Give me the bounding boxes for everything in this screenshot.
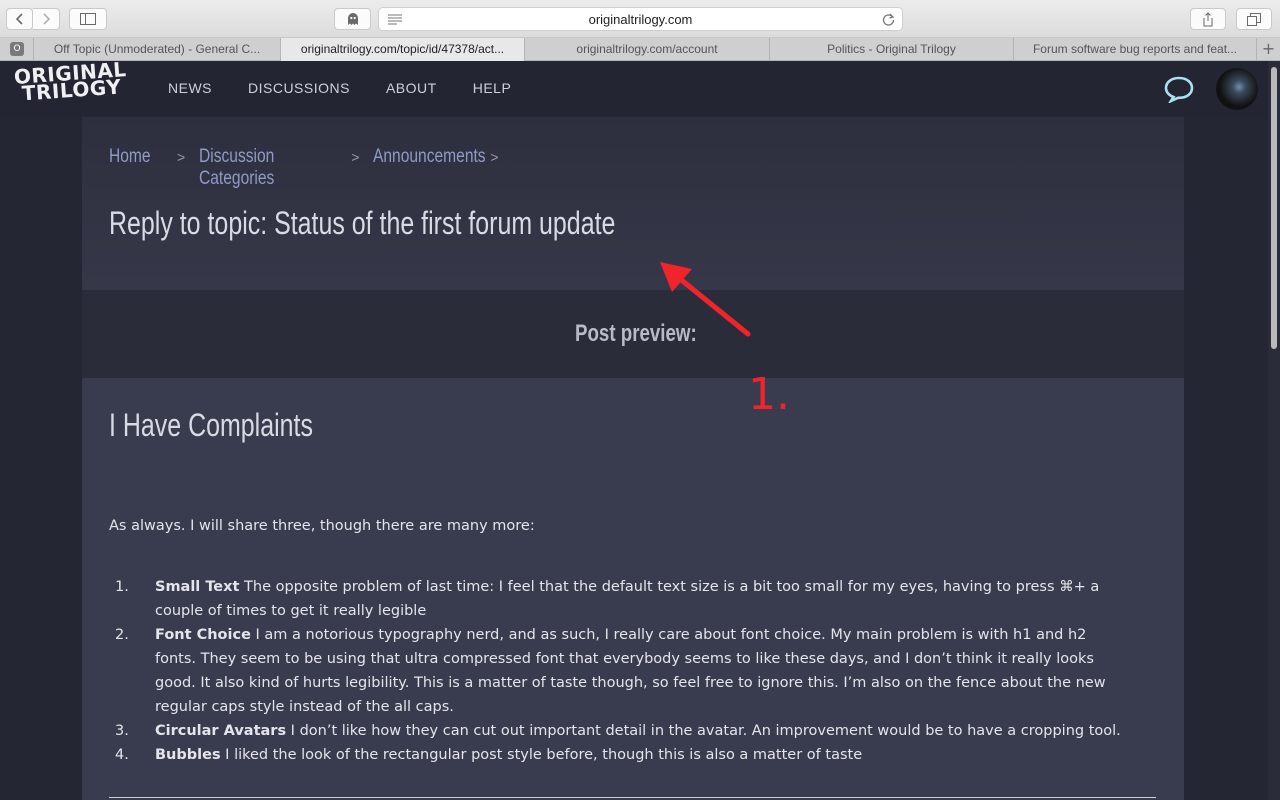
reload-icon[interactable] xyxy=(882,13,895,26)
chevron-right-icon xyxy=(43,13,51,25)
ghost-icon xyxy=(347,13,358,25)
site-header: ORIGINAL TRILOGY NEWS DISCUSSIONS ABOUT … xyxy=(0,57,1268,117)
divider xyxy=(109,797,1156,798)
list-item-text: The opposite problem of last time: I fee… xyxy=(155,579,1100,619)
site-logo[interactable]: ORIGINAL TRILOGY xyxy=(13,57,140,109)
tabs-overview-button[interactable] xyxy=(1236,8,1272,30)
tab-account[interactable]: originaltrilogy.com/account xyxy=(524,38,769,61)
share-icon xyxy=(1203,11,1213,26)
annotation-arrow-icon xyxy=(660,262,751,337)
post-title: I Have Complaints xyxy=(109,407,313,443)
nav-news[interactable]: NEWS xyxy=(168,80,212,96)
nav-discussions[interactable]: DISCUSSIONS xyxy=(248,80,350,96)
list-number: 3. xyxy=(115,723,129,739)
private-browsing-button[interactable] xyxy=(334,8,371,30)
address-bar[interactable]: originaltrilogy.com xyxy=(378,7,903,31)
list-item: 2. Font Choice I am a notorious typograp… xyxy=(115,623,1125,719)
list-number: 2. xyxy=(115,627,129,643)
post-intro: As always. I will share three, though th… xyxy=(109,518,535,534)
page-title: Reply to topic: Status of the first foru… xyxy=(109,205,616,241)
tab-reply-topic[interactable]: originaltrilogy.com/topic/id/47378/act..… xyxy=(280,38,524,61)
list-number: 1. xyxy=(115,579,129,595)
breadcrumb: Home > Discussion Categories > Announcem… xyxy=(109,146,513,190)
logo-line-2: TRILOGY xyxy=(21,74,123,106)
url-text: originaltrilogy.com xyxy=(588,12,693,27)
list-number: 4. xyxy=(115,747,129,763)
site-favicon-icon: O xyxy=(10,42,24,56)
list-item-heading: Font Choice xyxy=(155,627,251,643)
sidebar-icon xyxy=(80,13,96,25)
breadcrumb-announcements[interactable]: Announcements xyxy=(373,146,486,168)
breadcrumb-separator: > xyxy=(177,149,186,165)
tab-bug-reports[interactable]: Forum software bug reports and feat... xyxy=(1013,38,1256,61)
list-item: 1. Small Text The opposite problem of la… xyxy=(115,575,1125,623)
page-scrollbar[interactable] xyxy=(1268,61,1280,800)
list-item: 3. Circular Avatars I don’t like how the… xyxy=(115,719,1125,743)
breadcrumb-home[interactable]: Home xyxy=(109,146,151,168)
breadcrumb-separator: > xyxy=(351,149,360,165)
back-button[interactable] xyxy=(6,8,33,30)
chevron-left-icon xyxy=(15,13,23,25)
share-button[interactable] xyxy=(1190,8,1226,30)
nav-help[interactable]: HELP xyxy=(473,80,512,96)
chat-bubble-icon[interactable] xyxy=(1163,75,1195,103)
list-item-text: I liked the look of the rectangular post… xyxy=(220,747,863,763)
list-item-heading: Small Text xyxy=(155,579,240,595)
tab-politics[interactable]: Politics - Original Trilogy xyxy=(769,38,1013,61)
list-item: 4. Bubbles I liked the look of the recta… xyxy=(115,743,1125,767)
list-item-text: I am a notorious typography nerd, and as… xyxy=(155,627,1106,715)
annotation-label: 1. xyxy=(748,369,790,420)
scrollbar-thumb[interactable] xyxy=(1271,67,1277,349)
forward-button[interactable] xyxy=(33,8,60,30)
breadcrumb-discussion-categories[interactable]: Discussion Categories xyxy=(199,146,324,190)
list-item-text: I don’t like how they can cut out import… xyxy=(286,723,1121,739)
tab-off-topic[interactable]: Off Topic (Unmoderated) - General C... xyxy=(33,38,280,61)
user-avatar[interactable] xyxy=(1216,68,1258,110)
nav-about[interactable]: ABOUT xyxy=(386,80,437,96)
reply-header-panel xyxy=(82,117,1184,290)
complaints-list: 1. Small Text The opposite problem of la… xyxy=(115,575,1125,767)
sidebar-toggle-button[interactable] xyxy=(69,8,107,30)
browser-toolbar: originaltrilogy.com xyxy=(0,0,1280,38)
tab-bar: O Off Topic (Unmoderated) - General C...… xyxy=(0,38,1280,61)
main-nav: NEWS DISCUSSIONS ABOUT HELP xyxy=(168,80,547,96)
tabs-icon xyxy=(1247,12,1261,26)
breadcrumb-separator: > xyxy=(490,149,499,165)
list-item-heading: Bubbles xyxy=(155,747,221,763)
list-item-heading: Circular Avatars xyxy=(155,723,287,739)
new-tab-button[interactable]: + xyxy=(1256,38,1280,61)
